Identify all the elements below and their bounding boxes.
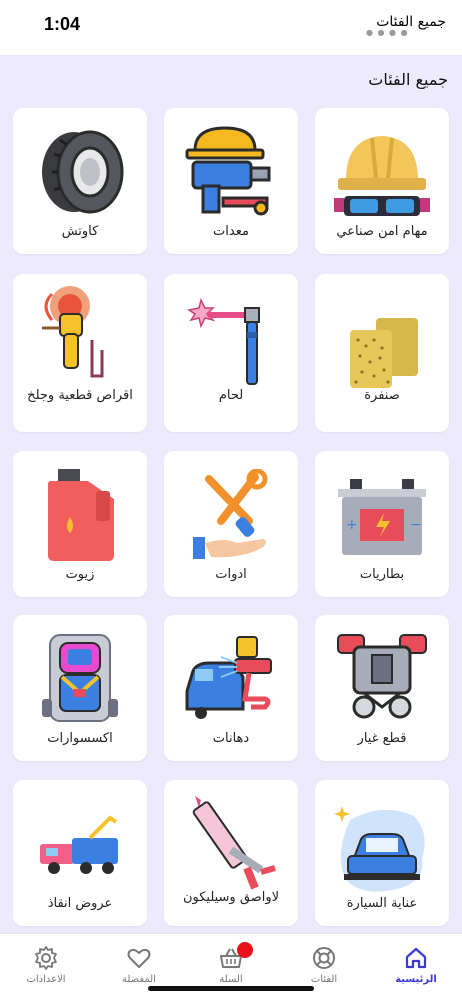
tire-icon — [42, 130, 124, 214]
category-label: لاواصق وسيليكون — [182, 890, 280, 905]
nav-settings[interactable]: الاعدادات — [0, 934, 92, 1000]
nav-categories-label: الفئات — [310, 974, 338, 985]
category-card-grinding-discs[interactable]: اقراص قطعية وجلخ — [13, 274, 147, 432]
cart-badge — [237, 942, 253, 958]
category-label: عروض انقاذ — [47, 896, 113, 911]
category-label: قطع غيار — [357, 731, 407, 746]
category-card-sandpaper[interactable]: صنفرة — [315, 274, 449, 432]
wrench-screwdriver-icon — [193, 469, 268, 559]
spray-paint-car-icon — [185, 636, 272, 719]
category-card-equipment[interactable]: معدات — [164, 108, 298, 254]
page-title: جميع الفئات — [368, 70, 448, 89]
category-card-spare-parts[interactable]: قطع غيار — [315, 615, 449, 761]
category-card-tools[interactable]: ادوات — [164, 451, 298, 597]
safety-helmet-goggles-icon — [334, 136, 430, 216]
car-seat-icon — [42, 634, 118, 722]
nav-cart-label: السلة — [219, 974, 243, 985]
category-card-rescue-offers[interactable]: عروض انقاذ — [13, 780, 147, 926]
category-card-car-care[interactable]: عناية السيارة — [315, 780, 449, 926]
angle-grinder-icon — [42, 286, 104, 378]
category-card-batteries[interactable]: + − بطاريات — [315, 451, 449, 597]
category-label: كاوتش — [61, 224, 99, 239]
category-label: ادوات — [215, 567, 247, 582]
lifebuoy-icon — [313, 947, 335, 969]
category-label: اقراص قطعية وجلخ — [27, 388, 133, 403]
category-label: لحام — [218, 388, 244, 403]
oil-can-icon — [48, 469, 114, 561]
car-battery-icon: + − — [338, 479, 426, 555]
category-label: بطاريات — [359, 567, 405, 582]
nav-home-label: الرئيسية — [395, 974, 437, 985]
car-care-icon — [334, 806, 425, 892]
category-card-safety[interactable]: مهام امن صناعي — [315, 108, 449, 254]
category-card-paints[interactable]: دهانات — [164, 615, 298, 761]
category-card-tires[interactable]: كاوتش — [13, 108, 147, 254]
nav-settings-label: الاعدادات — [26, 974, 66, 985]
category-label: دهانات — [212, 731, 250, 746]
svg-text:+: + — [346, 517, 358, 533]
category-label: معدات — [213, 224, 249, 239]
category-label: زيوت — [65, 567, 95, 582]
nav-favorites-label: المفضلة — [121, 974, 156, 985]
engine-parts-icon — [337, 634, 427, 719]
heart-icon — [127, 948, 151, 968]
gear-icon — [35, 946, 57, 970]
category-card-adhesives[interactable]: لاواصق وسيليكون — [164, 780, 298, 926]
home-indicator — [148, 986, 314, 991]
drill-tools-icon — [185, 126, 271, 216]
status-time: 1:04 — [44, 14, 81, 34]
category-card-welding[interactable]: لحام — [164, 274, 298, 432]
silicone-gun-icon — [192, 796, 276, 890]
tow-truck-icon — [40, 815, 118, 874]
status-bar: 1:04 ● ● ● ● جميع الفئات — [0, 0, 462, 55]
svg-text:−: − — [410, 517, 422, 533]
category-label: اكسسوارات — [47, 731, 113, 746]
welding-torch-icon — [187, 297, 260, 385]
category-card-accessories[interactable]: اكسسوارات — [13, 615, 147, 761]
home-icon — [405, 947, 427, 969]
nav-home[interactable]: الرئيسية — [370, 934, 462, 1000]
category-label: مهام امن صناعي — [336, 224, 428, 239]
status-carrier: جميع الفئات — [376, 14, 446, 30]
category-label: صنفرة — [364, 388, 400, 403]
category-card-oils[interactable]: زيوت — [13, 451, 147, 597]
category-label: عناية السيارة — [346, 896, 418, 911]
